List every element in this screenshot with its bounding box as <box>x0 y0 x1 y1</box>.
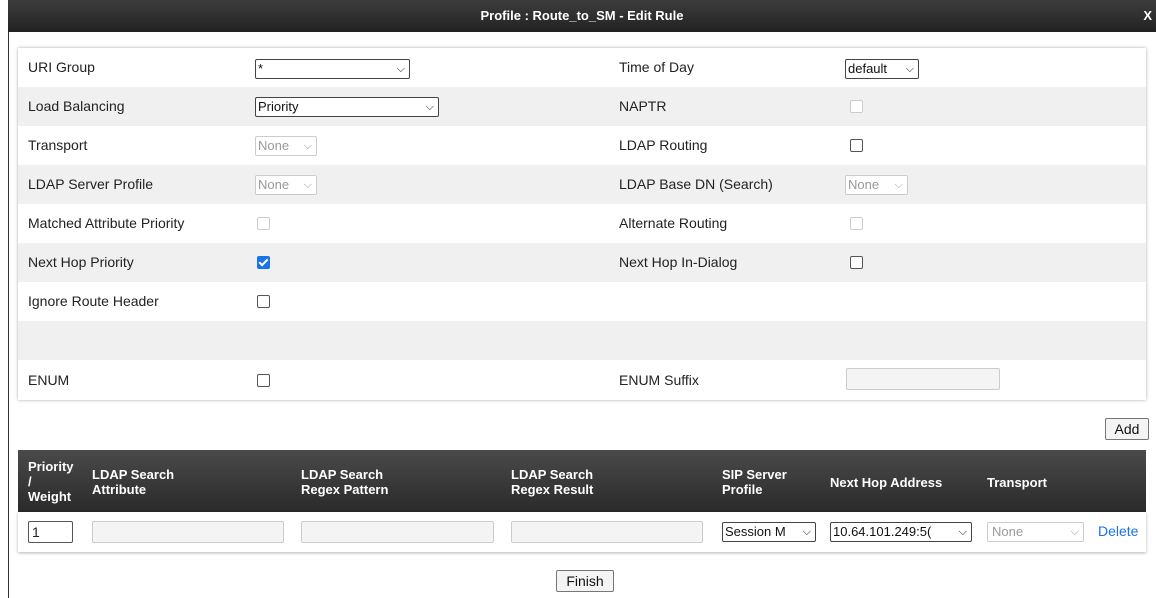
load-balancing-select[interactable]: Priority ⌵ <box>255 97 439 117</box>
col-ldap-search-regex-result: LDAP Search Regex Result <box>511 467 594 497</box>
row-empty <box>18 321 1146 360</box>
rule-settings-panel: URI Group * ⌵ Time of Day default ⌵ Load B… <box>18 48 1146 400</box>
enum-label: ENUM <box>28 372 70 388</box>
enum-checkbox[interactable] <box>257 374 270 387</box>
finish-button[interactable]: Finish <box>556 570 614 592</box>
ldap-search-regex-pattern-input[interactable] <box>301 521 494 543</box>
dialog-titlebar: Profile : Route_to_SM - Edit Rule X <box>8 0 1156 32</box>
col-ldap-search-attribute: LDAP Search Attribute <box>92 467 175 497</box>
chevron-down-icon: ⌵ <box>425 101 434 113</box>
col-ldap-search-regex-pattern: LDAP Search Regex Pattern <box>301 467 389 497</box>
chevron-down-icon: ⌵ <box>303 179 312 191</box>
dialog-title: Profile : Route_to_SM - Edit Rule <box>480 8 684 23</box>
ldap-search-regex-result-input[interactable] <box>511 521 703 543</box>
row-matched-attribute-priority: Matched Attribute Priority Alternate Rou… <box>18 204 1146 243</box>
col-sip-server-profile: SIP Server Profile <box>722 467 787 497</box>
delete-link[interactable]: Delete <box>1098 523 1138 539</box>
next-hop-table-header: Priority / Weight LDAP Search Attribute … <box>18 450 1146 512</box>
col-transport: Transport <box>987 475 1047 490</box>
matched-attribute-priority-checkbox[interactable] <box>257 217 270 230</box>
row-next-hop-priority: Next Hop Priority Next Hop In-Dialog <box>18 243 1146 282</box>
uri-group-select[interactable]: * ⌵ <box>255 59 410 79</box>
ignore-route-header-label: Ignore Route Header <box>28 293 159 309</box>
chevron-down-icon: ⌵ <box>894 179 903 191</box>
next-hop-in-dialog-checkbox[interactable] <box>850 256 863 269</box>
ldap-server-profile-label: LDAP Server Profile <box>28 176 154 192</box>
transport-label: Transport <box>28 137 88 153</box>
load-balancing-label: Load Balancing <box>28 98 125 114</box>
next-hop-priority-checkbox[interactable] <box>257 256 270 269</box>
enum-suffix-label: ENUM Suffix <box>619 372 699 388</box>
chevron-down-icon: ⌵ <box>802 526 811 538</box>
row-enum: ENUM ENUM Suffix <box>18 360 1146 400</box>
enum-suffix-input[interactable] <box>846 368 1000 390</box>
row-transport: Transport None ⌵ LDAP Routing <box>18 126 1146 165</box>
next-hop-priority-label: Next Hop Priority <box>28 254 134 270</box>
transport-row-select[interactable]: None ⌵ <box>987 522 1084 542</box>
chevron-down-icon: ⌵ <box>1070 526 1079 538</box>
ldap-search-attribute-input[interactable] <box>92 521 284 543</box>
chevron-down-icon: ⌵ <box>905 63 914 75</box>
chevron-down-icon: ⌵ <box>396 63 405 75</box>
alternate-routing-label: Alternate Routing <box>619 215 728 231</box>
transport-select[interactable]: None ⌵ <box>255 136 317 156</box>
time-of-day-label: Time of Day <box>619 59 694 75</box>
row-ldap-server-profile: LDAP Server Profile None ⌵ LDAP Base DN (… <box>18 165 1146 204</box>
col-priority-weight: Priority / Weight <box>28 459 74 504</box>
row-load-balancing: Load Balancing Priority ⌵ NAPTR <box>18 87 1146 126</box>
time-of-day-select[interactable]: default ⌵ <box>845 59 919 79</box>
ldap-base-dn-label: LDAP Base DN (Search) <box>619 176 773 192</box>
ignore-route-header-checkbox[interactable] <box>257 295 270 308</box>
naptr-label: NAPTR <box>619 98 667 114</box>
uri-group-label: URI Group <box>28 59 95 75</box>
add-button[interactable]: Add <box>1105 418 1149 440</box>
ldap-routing-checkbox[interactable] <box>850 139 863 152</box>
row-uri-group: URI Group * ⌵ Time of Day default ⌵ <box>18 48 1146 87</box>
chevron-down-icon: ⌵ <box>303 140 312 152</box>
table-row: 1 Session M ⌵ 10.64.101.249:5(⌵ None ⌵ Del… <box>18 512 1146 552</box>
next-hop-address-select[interactable]: 10.64.101.249:5(⌵ <box>830 522 972 542</box>
ldap-base-dn-select[interactable]: None ⌵ <box>845 175 908 195</box>
alternate-routing-checkbox[interactable] <box>850 217 863 230</box>
priority-weight-input[interactable]: 1 <box>28 521 73 543</box>
close-button[interactable]: X <box>1143 0 1152 32</box>
next-hop-in-dialog-label: Next Hop In-Dialog <box>619 254 738 270</box>
ldap-routing-label: LDAP Routing <box>619 137 708 153</box>
chevron-down-icon: ⌵ <box>958 526 967 538</box>
sip-server-profile-select[interactable]: Session M ⌵ <box>722 522 816 542</box>
col-next-hop-address: Next Hop Address <box>830 475 943 490</box>
ldap-server-profile-select[interactable]: None ⌵ <box>255 175 317 195</box>
naptr-checkbox[interactable] <box>850 100 863 113</box>
matched-attribute-priority-label: Matched Attribute Priority <box>28 215 185 231</box>
row-ignore-route-header: Ignore Route Header <box>18 282 1146 321</box>
